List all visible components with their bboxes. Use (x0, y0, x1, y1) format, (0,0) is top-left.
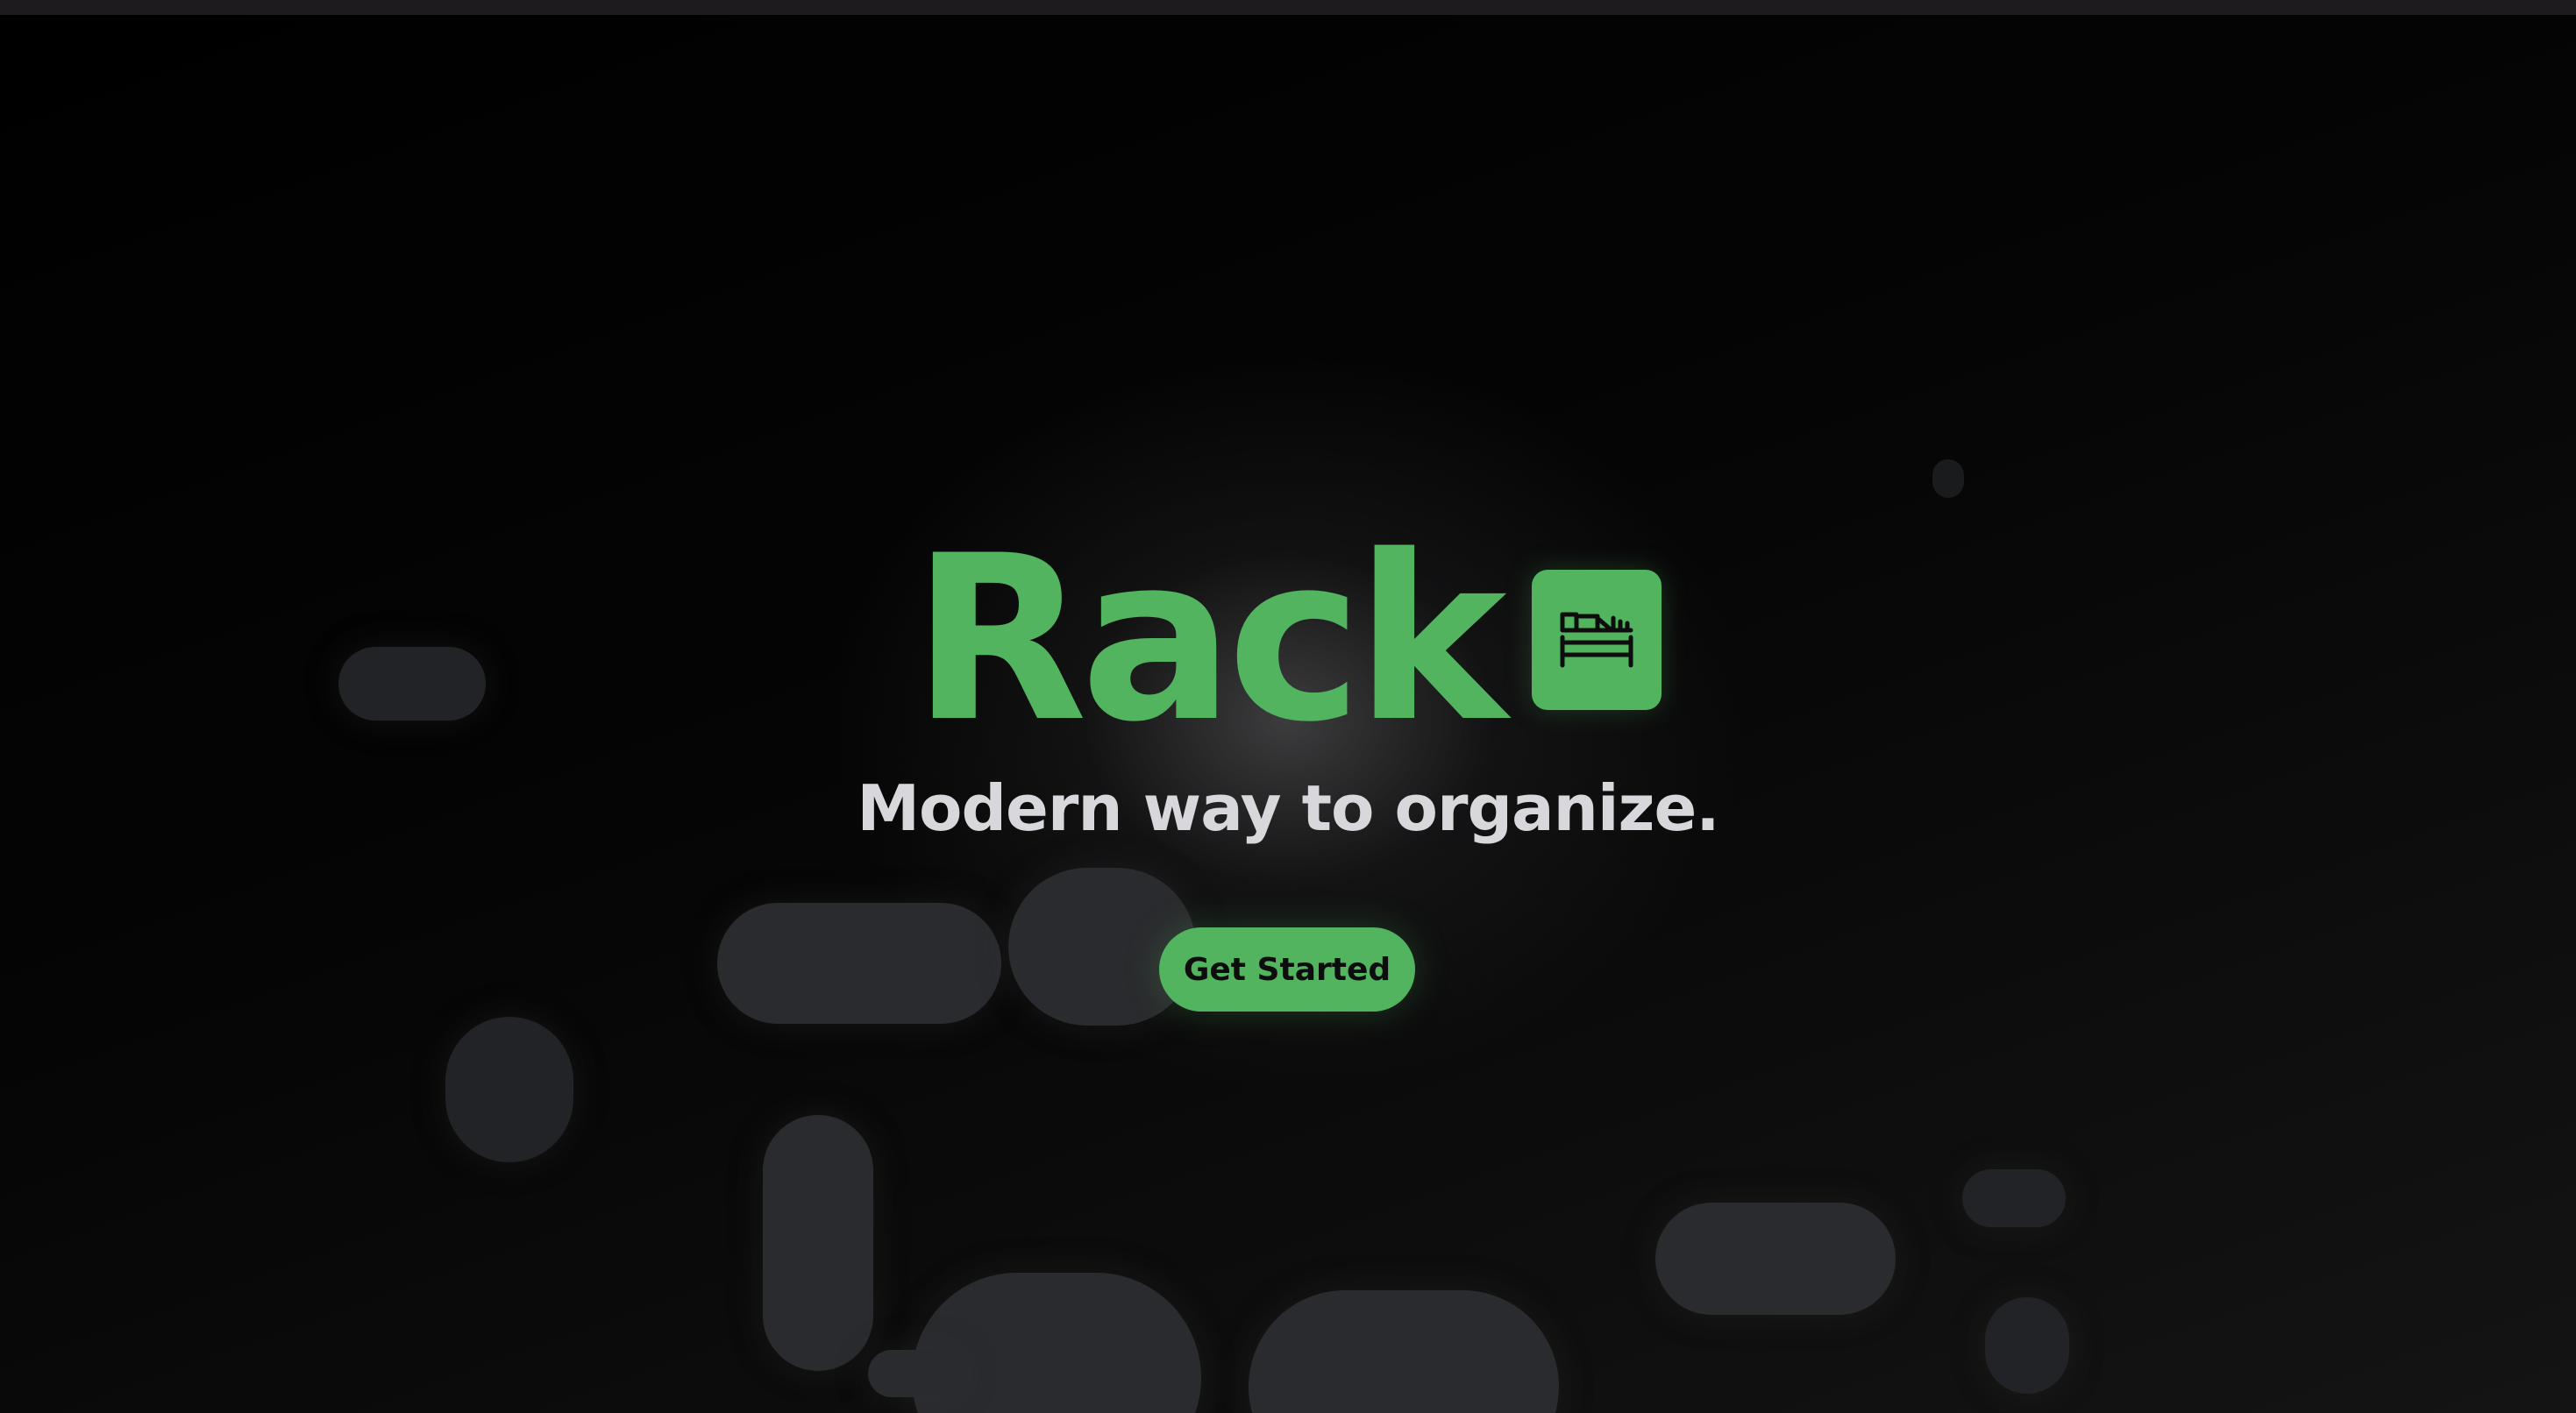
shelf-rack-icon (1531, 570, 1662, 710)
brand-row: Rack (912, 526, 1662, 754)
get-started-button[interactable]: Get Started (1159, 927, 1415, 1012)
brand-title: Rack (912, 508, 1507, 772)
tagline: Modern way to organize. (857, 771, 1719, 845)
hero-section: Rack Modern way to organize. Get Started (0, 0, 2576, 1413)
landing-page: Rack Modern way to organize. Get Started (0, 0, 2576, 1413)
